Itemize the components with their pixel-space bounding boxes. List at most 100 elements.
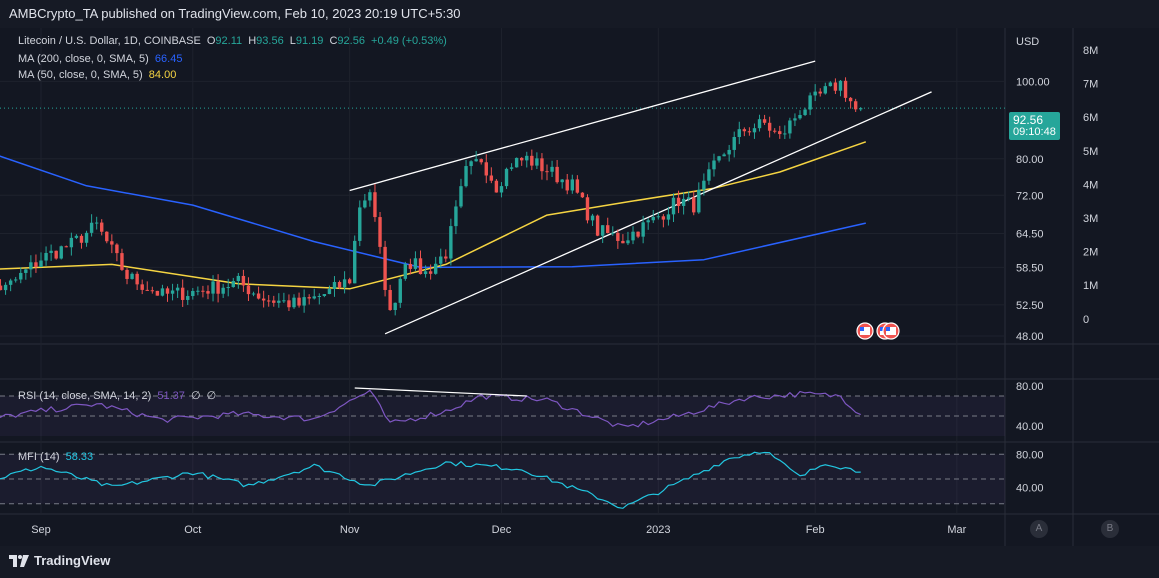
candle-body	[611, 232, 615, 234]
candle	[34, 254, 38, 273]
candle	[256, 286, 261, 300]
us-event-flag-icon[interactable]	[856, 322, 874, 340]
candle-body	[585, 197, 590, 221]
candle-body	[282, 300, 286, 302]
candle-body	[833, 82, 838, 91]
candle-body	[666, 214, 671, 220]
candle-body	[74, 235, 79, 238]
candle-body	[509, 167, 514, 169]
candle-body	[525, 155, 529, 161]
candle	[525, 151, 529, 168]
candle	[828, 81, 833, 87]
candle-body	[671, 197, 676, 215]
high-value: 93.56	[256, 35, 284, 47]
chart-canvas[interactable]: USD 100.00 80.00 72.00 64.50 58.50 52.50 48.00 8…	[0, 28, 1159, 546]
candle	[433, 256, 438, 275]
publisher-text: AMBCrypto_TA published on TradingView.co…	[9, 6, 461, 21]
candle	[302, 289, 306, 313]
candle	[773, 128, 777, 134]
tradingview-logo[interactable]: TradingView	[9, 553, 110, 568]
candle-body	[439, 256, 443, 264]
candle	[767, 116, 772, 138]
candle-body	[540, 158, 544, 172]
candle	[277, 293, 281, 308]
auto-scale-button[interactable]: A	[1030, 520, 1048, 538]
candle-body	[418, 258, 423, 275]
candle	[722, 152, 726, 157]
volume-tick-label: 4M	[1083, 179, 1098, 191]
channel-line-upper	[349, 60, 816, 192]
candle-body	[545, 171, 549, 173]
candle	[135, 271, 139, 291]
candle-body	[489, 175, 494, 181]
candle	[347, 277, 352, 285]
rsi-extra-1: ∅	[190, 390, 201, 402]
volume-tick-label: 6M	[1083, 112, 1098, 124]
ma200-value: 66.45	[154, 53, 183, 65]
candle-body	[788, 120, 792, 134]
candle-body	[170, 290, 175, 294]
candle	[383, 240, 387, 297]
candle-body	[358, 207, 362, 241]
candle-body	[464, 166, 468, 187]
candle-body	[626, 240, 630, 244]
scale-options-button[interactable]: B	[1101, 520, 1119, 538]
us-event-flag-icon[interactable]	[882, 322, 900, 340]
time-tick-label: Nov	[340, 524, 360, 536]
candle-body	[388, 289, 392, 311]
candle	[0, 279, 3, 291]
candle	[742, 127, 747, 137]
candle-body	[747, 131, 752, 133]
candle-body	[201, 290, 205, 292]
symbol-legend: Litecoin / U.S. Dollar, 1D, COINBASE O92…	[18, 35, 450, 47]
candle	[180, 279, 185, 307]
candle-body	[29, 262, 33, 270]
candle	[616, 229, 620, 249]
candle-body	[317, 296, 321, 298]
candle-body	[433, 263, 438, 274]
candle-body	[454, 206, 458, 227]
candle	[54, 250, 58, 260]
candle	[317, 293, 321, 305]
mfi-tick-label: 40.00	[1016, 482, 1044, 494]
candle-body	[150, 290, 155, 292]
candle-body	[823, 86, 827, 94]
candle	[813, 84, 817, 102]
candle-body	[859, 108, 863, 110]
candle	[105, 231, 109, 244]
ma200-line	[0, 155, 866, 269]
candle-body	[828, 82, 833, 87]
candle	[575, 175, 580, 194]
candle	[24, 268, 28, 280]
candle-body	[94, 222, 99, 224]
candle	[398, 276, 402, 308]
event-flags[interactable]	[856, 322, 900, 340]
rsi-tick-label: 40.00	[1016, 421, 1044, 433]
candles	[0, 77, 863, 316]
candle	[322, 294, 327, 298]
candle-body	[469, 161, 473, 167]
candle	[145, 281, 149, 291]
candle	[312, 288, 316, 300]
candle	[570, 174, 574, 194]
tradingview-logo-text: TradingView	[34, 553, 111, 568]
candle	[84, 230, 89, 247]
candle-body	[616, 232, 620, 241]
price-tick-label: 52.50	[1016, 300, 1044, 312]
candle-body	[64, 246, 68, 248]
candle-body	[100, 222, 104, 232]
candle	[287, 294, 291, 312]
candle-body	[484, 162, 488, 176]
candle	[636, 231, 640, 239]
candle-body	[363, 200, 367, 208]
candle-body	[697, 189, 701, 213]
candle	[327, 285, 332, 295]
rsi-trendline	[354, 387, 527, 397]
candle	[509, 163, 514, 171]
candle-body	[848, 97, 853, 102]
candle	[3, 282, 8, 295]
candle	[231, 277, 235, 288]
candle	[494, 179, 499, 193]
mfi-label: MFI (14)	[18, 451, 60, 463]
candle	[216, 274, 220, 303]
